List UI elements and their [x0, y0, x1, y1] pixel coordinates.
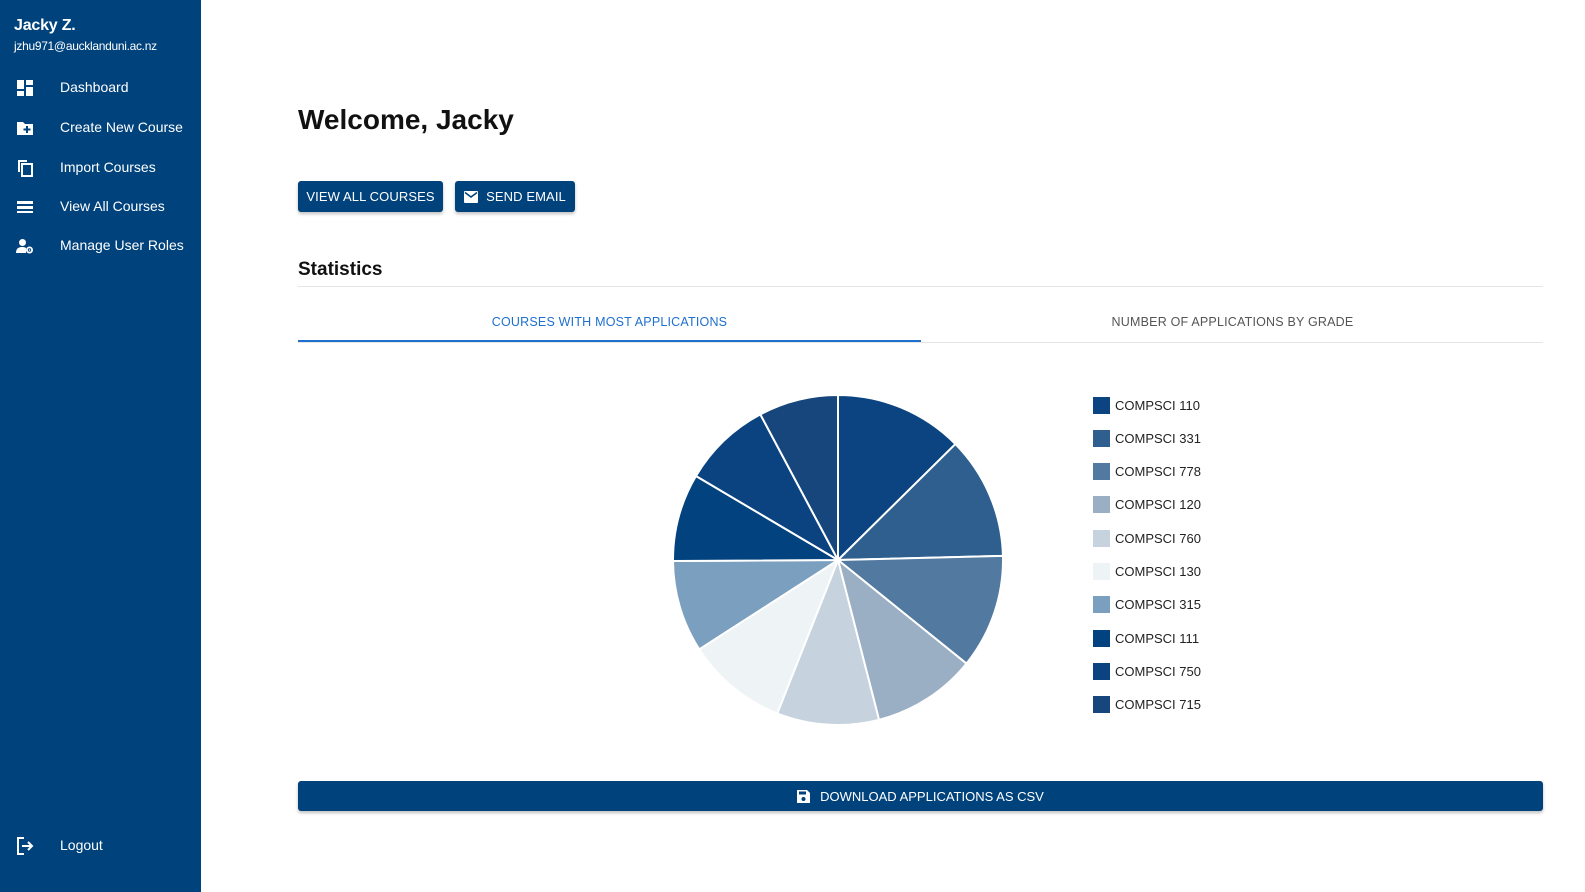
user-settings-icon — [16, 239, 33, 254]
copy-icon — [18, 160, 33, 177]
legend-item[interactable]: COMPSCI 750 — [1093, 662, 1201, 680]
tab-applications-by-grade[interactable]: NUMBER OF APPLICATIONS BY GRADE — [921, 302, 1544, 342]
legend-swatch — [1093, 696, 1110, 714]
legend-swatch — [1093, 396, 1110, 414]
legend-swatch — [1093, 496, 1110, 514]
sidebar-item-label: Logout — [60, 837, 103, 853]
button-label: VIEW ALL COURSES — [306, 189, 435, 204]
pie-chart — [672, 394, 1004, 726]
statistics-heading: Statistics — [298, 259, 383, 280]
sidebar-item-manage-roles[interactable]: Manage User Roles — [0, 226, 201, 264]
download-csv-button[interactable]: DOWNLOAD APPLICATIONS AS CSV — [298, 781, 1543, 811]
legend-swatch — [1093, 629, 1110, 647]
legend-swatch — [1093, 596, 1110, 614]
user-email: jzhu971@aucklanduni.ac.nz — [14, 39, 157, 53]
legend-swatch — [1093, 463, 1110, 481]
app-root: Jacky Z. jzhu971@aucklanduni.ac.nz Dashb… — [0, 0, 1585, 892]
sidebar-item-label: Create New Course — [60, 119, 183, 135]
legend-label: COMPSCI 315 — [1115, 597, 1201, 613]
sidebar-item-label: Dashboard — [60, 79, 129, 95]
legend-label: COMPSCI 760 — [1115, 530, 1201, 546]
legend-item[interactable]: COMPSCI 120 — [1093, 496, 1201, 514]
page-title: Welcome, Jacky — [298, 104, 514, 135]
save-icon — [797, 789, 811, 803]
sidebar-item-dashboard[interactable]: Dashboard — [0, 68, 201, 106]
legend-item[interactable]: COMPSCI 331 — [1093, 429, 1201, 447]
create-folder-icon — [17, 122, 33, 135]
legend-swatch — [1093, 563, 1110, 580]
legend-item[interactable]: COMPSCI 715 — [1093, 696, 1201, 714]
button-label: DOWNLOAD APPLICATIONS AS CSV — [820, 788, 1044, 804]
send-email-button[interactable]: SEND EMAIL — [455, 181, 575, 212]
divider — [298, 286, 1543, 287]
sidebar-item-view-courses[interactable]: View All Courses — [0, 187, 201, 225]
legend-swatch — [1093, 662, 1110, 680]
legend-swatch — [1093, 529, 1110, 547]
legend-item[interactable]: COMPSCI 778 — [1093, 463, 1201, 481]
legend-item[interactable]: COMPSCI 111 — [1093, 629, 1199, 647]
sidebar-item-create-course[interactable]: Create New Course — [0, 108, 201, 146]
user-name: Jacky Z. — [14, 17, 76, 34]
legend-item[interactable]: COMPSCI 110 — [1093, 396, 1200, 414]
sidebar-item-label: Manage User Roles — [60, 237, 184, 253]
tab-divider — [298, 342, 1543, 343]
sidebar: Jacky Z. jzhu971@aucklanduni.ac.nz Dashb… — [0, 0, 201, 892]
legend-label: COMPSCI 331 — [1115, 430, 1201, 446]
sidebar-item-logout[interactable]: Logout — [0, 826, 201, 864]
legend-label: COMPSCI 120 — [1115, 497, 1201, 513]
legend-label: COMPSCI 750 — [1115, 663, 1201, 679]
legend-item[interactable]: COMPSCI 760 — [1093, 529, 1201, 547]
mail-icon — [464, 190, 479, 203]
legend-item[interactable]: COMPSCI 315 — [1093, 596, 1201, 614]
logout-icon — [17, 837, 34, 855]
legend-label: COMPSCI 778 — [1115, 464, 1201, 480]
list-icon — [17, 201, 33, 213]
sidebar-item-label: View All Courses — [60, 198, 165, 214]
button-label: SEND EMAIL — [486, 189, 566, 204]
legend-swatch — [1093, 429, 1110, 447]
tab-courses-most-applications[interactable]: COURSES WITH MOST APPLICATIONS — [298, 302, 921, 342]
sidebar-item-import-courses[interactable]: Import Courses — [0, 148, 201, 186]
legend-label: COMPSCI 715 — [1115, 697, 1201, 713]
sidebar-item-label: Import Courses — [60, 159, 156, 175]
dashboard-icon — [17, 80, 33, 96]
legend-label: COMPSCI 130 — [1115, 564, 1201, 579]
legend-item[interactable]: COMPSCI 130 — [1093, 563, 1201, 581]
legend-label: COMPSCI 110 — [1115, 397, 1201, 413]
legend-label: COMPSCI 111 — [1115, 630, 1200, 646]
view-all-courses-button[interactable]: VIEW ALL COURSES — [298, 181, 443, 212]
